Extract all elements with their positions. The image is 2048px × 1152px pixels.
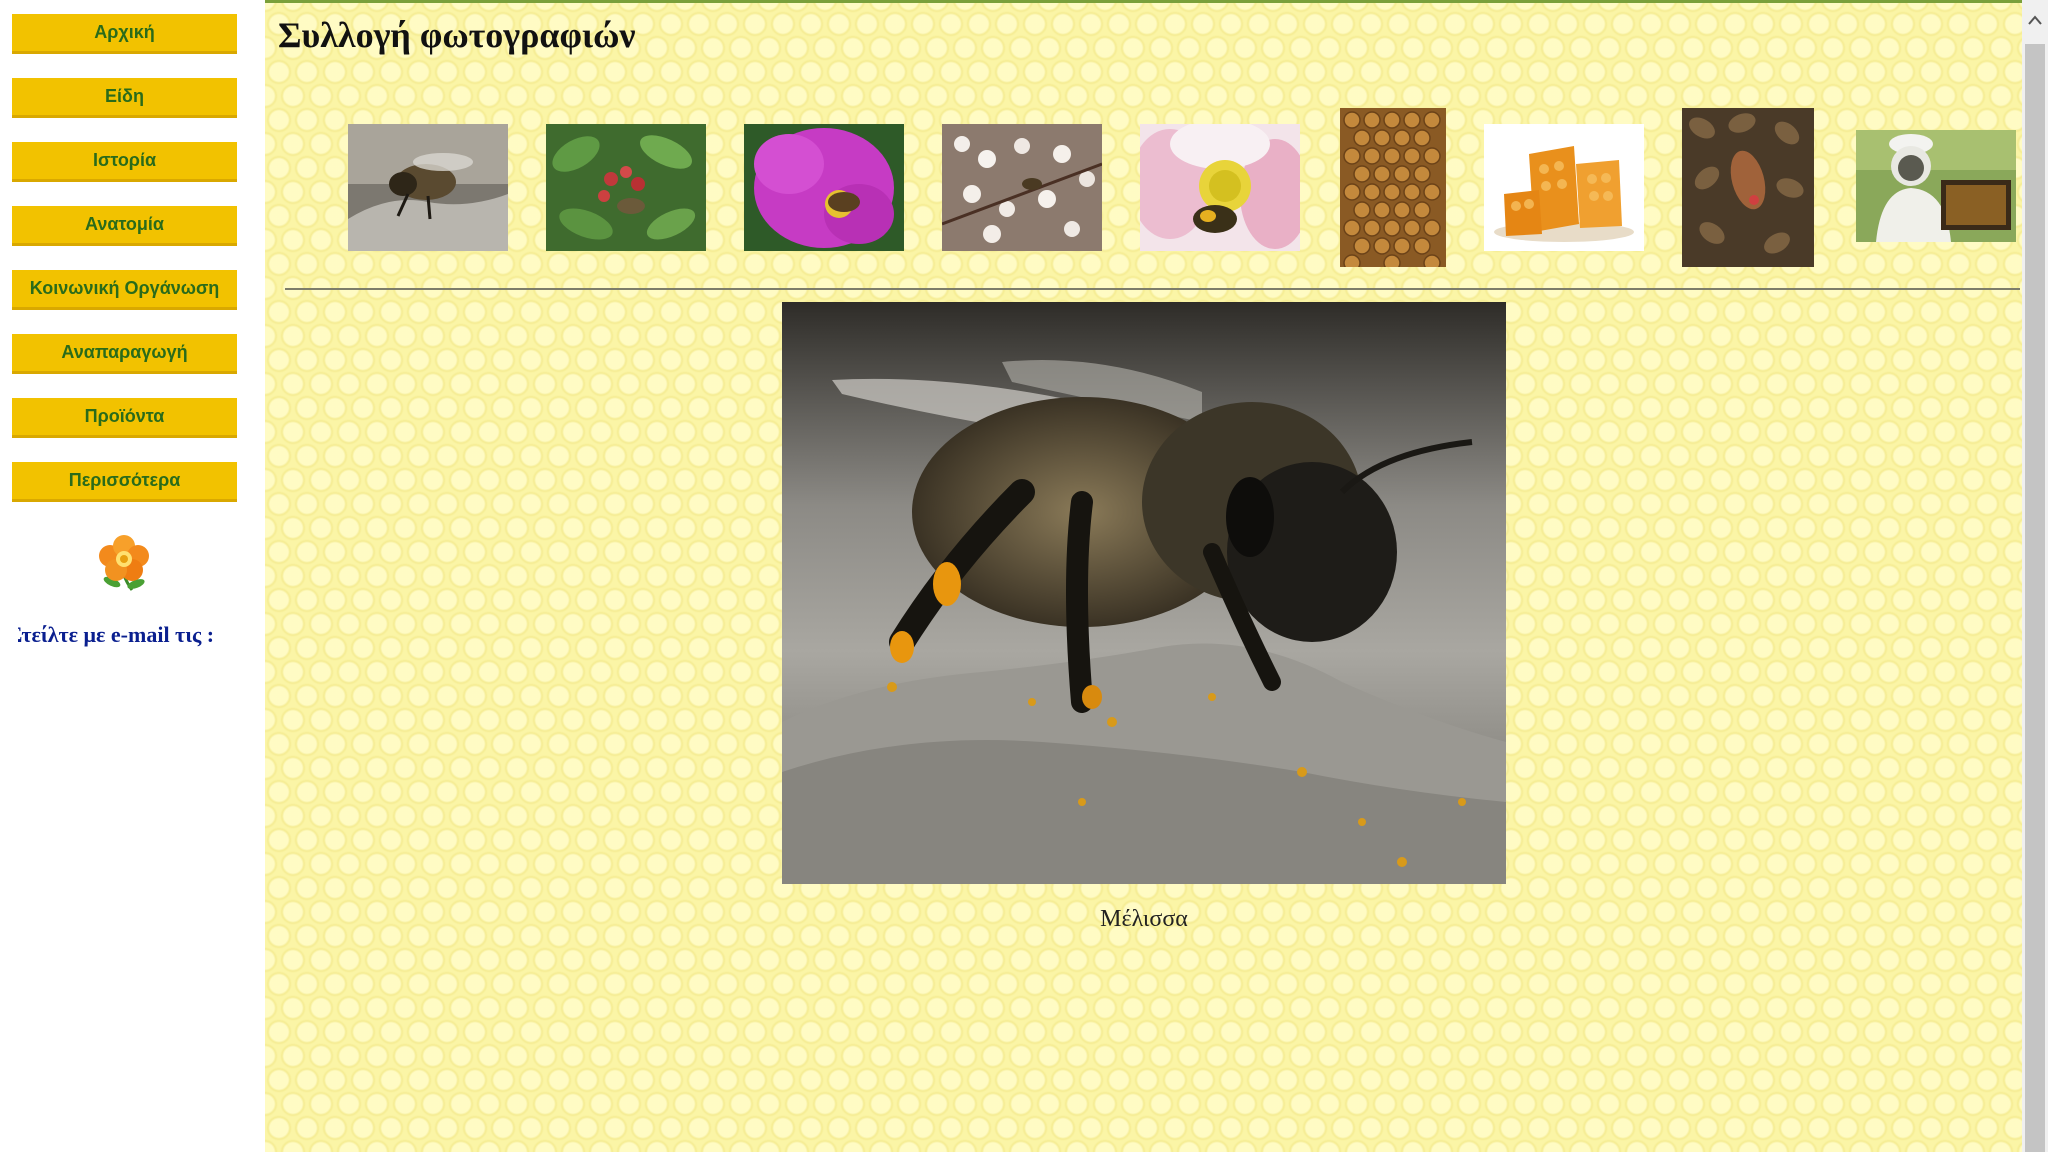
thumbnail-honeycomb-pieces[interactable] bbox=[1484, 124, 1644, 251]
thumbnail-bee-on-berries[interactable] bbox=[546, 124, 706, 251]
nav-button-products[interactable]: Προϊόντα bbox=[12, 398, 237, 438]
divider bbox=[285, 288, 2020, 290]
nav-button-anatomy[interactable]: Ανατομία bbox=[12, 206, 237, 246]
nav-button-history[interactable]: Ιστορία bbox=[12, 142, 237, 182]
nav-button-home[interactable]: Αρχική bbox=[12, 14, 237, 54]
vertical-scrollbar[interactable] bbox=[2022, 0, 2048, 1152]
page: Αρχική Είδη Ιστορία Ανατομία Κοινωνική Ο… bbox=[0, 0, 2048, 1152]
chevron-up-icon[interactable] bbox=[2022, 0, 2048, 40]
thumbnail-bee-on-rock[interactable] bbox=[348, 124, 508, 251]
thumbnail-beekeeper[interactable] bbox=[1856, 130, 2016, 242]
thumbnail-bees-on-comb[interactable] bbox=[1682, 108, 1814, 267]
page-title: Συλλογή φωτογραφιών bbox=[278, 15, 636, 55]
sidebar: Αρχική Είδη Ιστορία Ανατομία Κοινωνική Ο… bbox=[0, 0, 265, 1152]
flower-icon bbox=[92, 532, 156, 592]
photo-caption: Μέλισσα bbox=[1100, 906, 1188, 932]
thumbnail-honeycomb-cells[interactable] bbox=[1340, 108, 1446, 267]
nav-button-species[interactable]: Είδη bbox=[12, 78, 237, 118]
nav-button-more[interactable]: Περισσότερα bbox=[12, 462, 237, 502]
top-border bbox=[265, 0, 2022, 3]
thumbnail-bee-in-pink-flower[interactable] bbox=[1140, 124, 1300, 251]
email-link-text[interactable]: Στείλτε με e-mail τις : bbox=[18, 622, 214, 648]
nav-button-social-organization[interactable]: Κοινωνική Οργάνωση bbox=[12, 270, 237, 310]
scrollbar-thumb[interactable] bbox=[2025, 44, 2045, 1152]
nav-button-reproduction[interactable]: Αναπαραγωγή bbox=[12, 334, 237, 374]
email-link[interactable]: Στείλτε με e-mail τις : bbox=[18, 622, 246, 656]
selected-photo-bee-on-rock bbox=[782, 302, 1506, 884]
thumbnail-bee-on-blossoms[interactable] bbox=[942, 124, 1102, 251]
thumbnail-bee-on-purple-flower[interactable] bbox=[744, 124, 904, 251]
